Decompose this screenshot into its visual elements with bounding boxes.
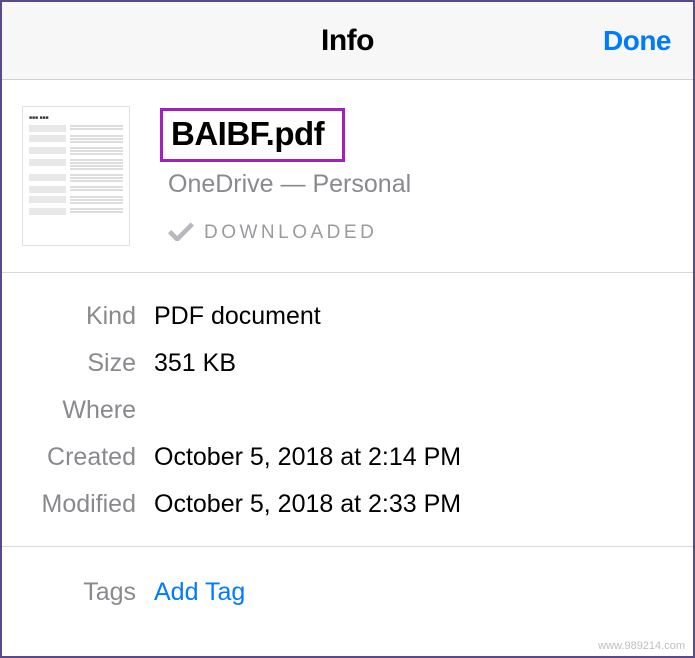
add-tag-button[interactable]: Add Tag <box>154 578 245 607</box>
file-details-section: Kind PDF document Size 351 KB Where Crea… <box>2 273 693 547</box>
detail-label-size: Size <box>2 349 154 378</box>
file-name: BAIBF.pdf <box>160 108 345 162</box>
checkmark-icon <box>168 219 194 246</box>
detail-row-created: Created October 5, 2018 at 2:14 PM <box>2 434 693 481</box>
detail-label-tags: Tags <box>2 578 154 607</box>
header-title: Info <box>321 24 374 58</box>
tags-section: Tags Add Tag <box>2 547 693 638</box>
download-status: DOWNLOADED <box>168 219 411 246</box>
file-location: OneDrive — Personal <box>168 170 411 199</box>
file-thumbnail: ■■■ ■■■ <box>22 106 130 246</box>
detail-value-modified: October 5, 2018 at 2:33 PM <box>154 490 461 519</box>
detail-row-kind: Kind PDF document <box>2 293 693 340</box>
watermark: www.989214.com <box>598 640 685 652</box>
detail-value-created: October 5, 2018 at 2:14 PM <box>154 443 461 472</box>
detail-label-kind: Kind <box>2 302 154 331</box>
detail-row-modified: Modified October 5, 2018 at 2:33 PM <box>2 481 693 528</box>
detail-row-size: Size 351 KB <box>2 340 693 387</box>
info-header: Info Done <box>2 2 693 80</box>
detail-label-where: Where <box>2 396 154 425</box>
detail-value-size: 351 KB <box>154 349 236 378</box>
detail-row-where: Where <box>2 387 693 434</box>
detail-label-created: Created <box>2 443 154 472</box>
done-button[interactable]: Done <box>603 25 671 57</box>
detail-row-tags: Tags Add Tag <box>2 569 693 616</box>
download-status-text: DOWNLOADED <box>204 222 377 244</box>
file-summary-section: ■■■ ■■■ BAIBF.pdf OneDrive — Personal DO… <box>2 80 693 273</box>
detail-label-modified: Modified <box>2 490 154 519</box>
detail-value-kind: PDF document <box>154 302 321 331</box>
file-meta: BAIBF.pdf OneDrive — Personal DOWNLOADED <box>160 108 411 246</box>
